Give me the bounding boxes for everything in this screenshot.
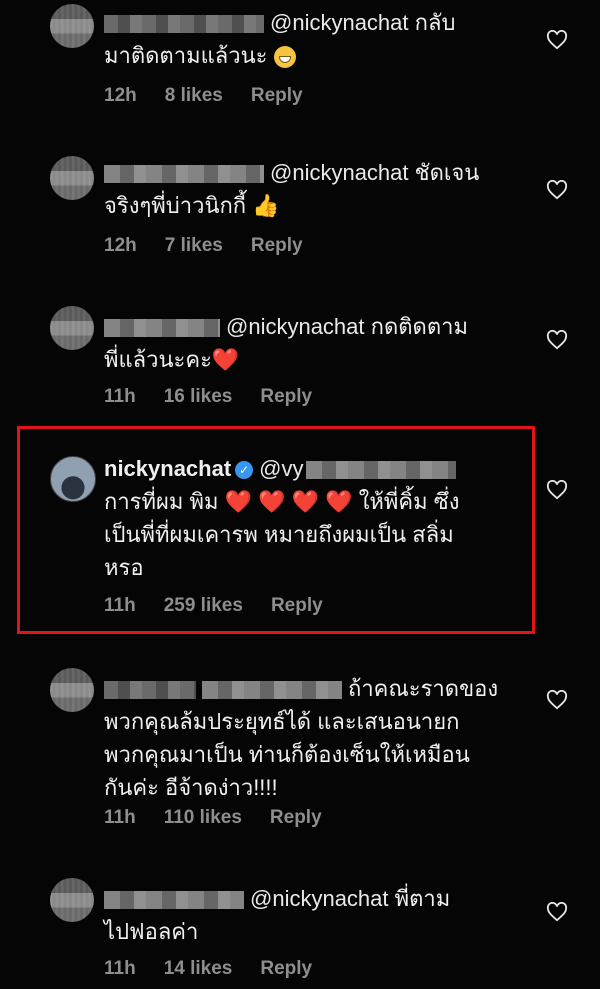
timestamp: 11h: [104, 958, 136, 979]
avatar[interactable]: [50, 668, 94, 712]
grinning-face-icon: [273, 46, 296, 69]
timestamp: 12h: [104, 85, 137, 106]
heart-outline-icon[interactable]: [546, 180, 568, 200]
likes-count[interactable]: 7 likes: [165, 235, 223, 256]
timestamp: 11h: [104, 807, 136, 828]
reply-button[interactable]: Reply: [260, 386, 312, 407]
avatar[interactable]: [50, 306, 94, 350]
comment-meta: 11h 110 likes Reply: [104, 807, 350, 829]
heart-outline-icon[interactable]: [546, 30, 568, 50]
reply-button[interactable]: Reply: [270, 807, 322, 828]
mention-link[interactable]: @nickynachat: [250, 886, 389, 911]
reply-button[interactable]: Reply: [251, 85, 303, 106]
username[interactable]: nickynachat: [104, 456, 231, 481]
heart-outline-icon[interactable]: [546, 330, 568, 350]
red-hearts-icon: ❤️ ❤️ ❤️ ❤️: [224, 489, 353, 514]
likes-count[interactable]: 259 likes: [164, 595, 243, 616]
heart-outline-icon[interactable]: [546, 690, 568, 710]
comment-meta: 11h 14 likes Reply: [104, 958, 340, 980]
mention-link[interactable]: @nickynachat: [270, 10, 409, 35]
likes-count[interactable]: 16 likes: [164, 386, 233, 407]
comment-text: ถ้าคณะราดของ พวกคุณล้มประยุทธ์ได้ และเสน…: [104, 676, 499, 800]
mention-link[interactable]: @nickynachat: [226, 314, 365, 339]
likes-count[interactable]: 14 likes: [164, 958, 233, 979]
comment-meta: 11h 16 likes Reply: [104, 386, 340, 408]
timestamp: 12h: [104, 235, 137, 256]
avatar[interactable]: [50, 156, 94, 200]
blurred-username: [202, 681, 342, 700]
comment-text: @nickynachat ชัดเจน จริงๆพี่บ่าวนิกกี้ 👍: [104, 160, 480, 218]
avatar[interactable]: [50, 456, 96, 502]
comment-text: @nickynachat กลับ มาติดตามแล้วนะ: [104, 10, 456, 69]
timestamp: 11h: [104, 595, 136, 616]
heart-outline-icon[interactable]: [546, 480, 568, 500]
comment-meta: 11h 259 likes Reply: [104, 595, 351, 617]
reply-button[interactable]: Reply: [251, 235, 303, 256]
blurred-username: [104, 319, 220, 338]
comment-text: nickynachat ✓ @vy การที่ผม พิม ❤️ ❤️ ❤️ ❤️…: [104, 456, 460, 580]
comment-text: @nickynachat พี่ตาม ไปฟอลค่า: [104, 886, 451, 944]
blurred-username: [104, 891, 244, 910]
avatar[interactable]: [50, 4, 94, 48]
comment-meta: 12h 8 likes Reply: [104, 85, 331, 107]
mention-link[interactable]: @nickynachat: [270, 160, 409, 185]
blurred-username: [305, 461, 456, 480]
reply-button[interactable]: Reply: [260, 958, 312, 979]
thumbs-up-icon: 👍: [252, 193, 280, 218]
blurred-username: [104, 15, 264, 34]
comment-meta: 12h 7 likes Reply: [104, 235, 331, 257]
reply-button[interactable]: Reply: [271, 595, 323, 616]
blurred-username: [104, 681, 196, 700]
mention-link[interactable]: @vy: [259, 456, 303, 481]
blurred-username: [104, 165, 264, 184]
timestamp: 11h: [104, 386, 136, 407]
likes-count[interactable]: 8 likes: [165, 85, 223, 106]
heart-outline-icon[interactable]: [546, 902, 568, 922]
verified-badge-icon: ✓: [235, 461, 254, 480]
red-heart-icon: ❤️: [211, 347, 240, 372]
comment-text: @nickynachat กดติดตาม พี่แล้วนะคะ❤️: [104, 314, 468, 372]
likes-count[interactable]: 110 likes: [164, 807, 242, 828]
avatar[interactable]: [50, 878, 94, 922]
